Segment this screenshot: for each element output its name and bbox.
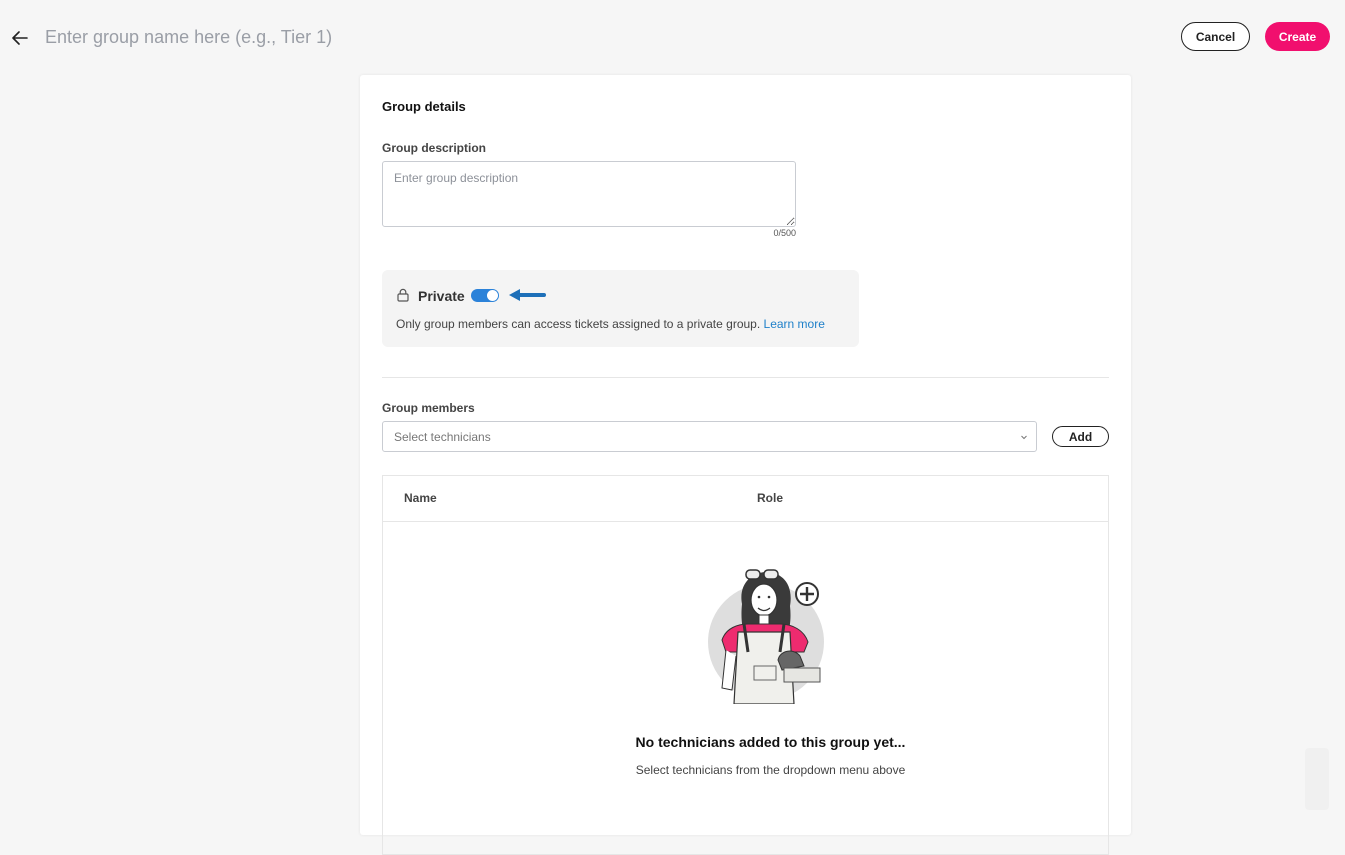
section-title: Group details (382, 99, 466, 114)
private-setting-panel: Private Only group members can access ti… (382, 270, 859, 347)
pointer-arrow-icon (509, 289, 546, 301)
column-header-role: Role (757, 491, 784, 505)
toggle-knob (487, 290, 498, 301)
group-name-input[interactable] (45, 22, 565, 52)
members-label: Group members (382, 401, 475, 415)
private-label: Private (418, 288, 465, 304)
section-divider (382, 377, 1109, 378)
empty-state-subtitle: Select technicians from the dropdown men… (635, 763, 906, 777)
char-count: 0/500 (773, 228, 796, 238)
lock-icon (397, 288, 409, 302)
technician-select-placeholder: Select technicians (394, 430, 491, 444)
learn-more-link[interactable]: Learn more (764, 317, 825, 331)
private-description: Only group members can access tickets as… (396, 317, 825, 331)
empty-state-illustration (708, 569, 824, 704)
table-header: Name Role (383, 476, 1108, 522)
column-header-name: Name (404, 491, 437, 505)
group-form-card: Group details Group description 0/500 Pr… (360, 75, 1131, 855)
private-description-text: Only group members can access tickets as… (396, 317, 761, 331)
add-button[interactable]: Add (1052, 426, 1109, 447)
description-label: Group description (382, 141, 487, 155)
description-textarea[interactable] (382, 161, 796, 227)
arrow-left-icon (12, 31, 28, 45)
create-button[interactable]: Create (1265, 22, 1330, 51)
scroll-indicator[interactable] (1305, 748, 1329, 810)
members-table: Name Role No technicians added to this g… (382, 475, 1109, 855)
page-header: Cancel Create (0, 0, 1345, 74)
technician-select[interactable]: Select technicians (382, 421, 1037, 452)
back-button[interactable] (8, 26, 32, 50)
cancel-button[interactable]: Cancel (1181, 22, 1250, 51)
empty-state-title: No technicians added to this group yet..… (635, 734, 906, 750)
private-toggle[interactable] (471, 289, 499, 302)
chevron-down-icon (1021, 435, 1027, 440)
